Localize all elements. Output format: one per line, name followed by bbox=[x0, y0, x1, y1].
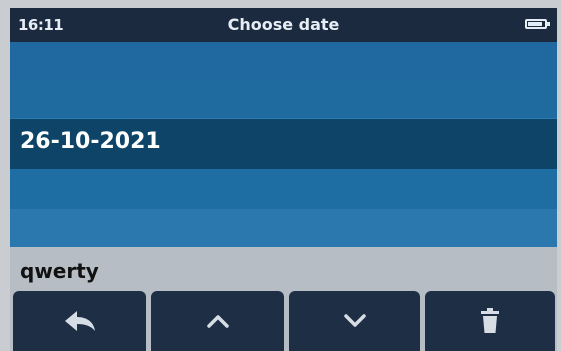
back-button[interactable] bbox=[13, 291, 146, 351]
picker-row[interactable] bbox=[10, 209, 557, 247]
up-button[interactable] bbox=[151, 291, 284, 351]
picker-selected-row[interactable]: 26-10-2021 bbox=[10, 119, 557, 169]
selected-date: 26-10-2021 bbox=[20, 129, 161, 154]
picker-row[interactable] bbox=[10, 80, 557, 118]
status-bar: 16:11 Choose date bbox=[10, 8, 557, 42]
input-mode-label: qwerty bbox=[20, 259, 99, 283]
delete-button[interactable] bbox=[425, 291, 555, 351]
date-picker[interactable]: 26-10-2021 bbox=[10, 42, 557, 247]
softkey-bar bbox=[10, 291, 557, 351]
input-mode-panel: qwerty bbox=[10, 247, 557, 351]
trash-icon bbox=[480, 308, 500, 334]
picker-row[interactable] bbox=[10, 169, 557, 209]
back-arrow-icon bbox=[63, 309, 97, 333]
chevron-down-icon bbox=[343, 314, 366, 328]
battery-icon bbox=[525, 19, 550, 29]
screen-title: Choose date bbox=[227, 15, 340, 34]
picker-row[interactable] bbox=[10, 42, 557, 80]
chevron-up-icon bbox=[206, 314, 229, 328]
device-screen: 16:11 Choose date 26-10-2021 qwerty bbox=[10, 8, 557, 351]
down-button[interactable] bbox=[289, 291, 420, 351]
